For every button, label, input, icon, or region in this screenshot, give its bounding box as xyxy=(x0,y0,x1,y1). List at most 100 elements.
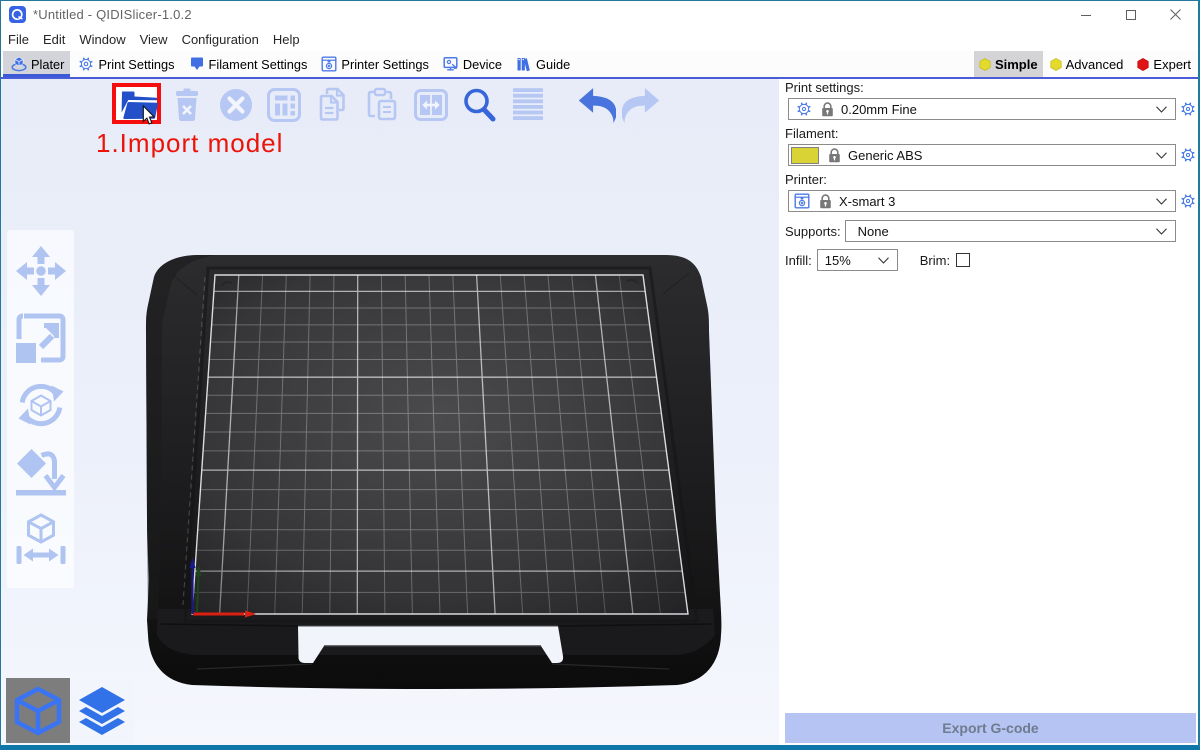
split-objects-button[interactable] xyxy=(412,86,450,124)
menu-help[interactable]: Help xyxy=(266,30,307,49)
printer-icon xyxy=(794,193,810,209)
size-button[interactable] xyxy=(15,513,67,565)
scale-icon xyxy=(15,351,67,368)
menu-edit[interactable]: Edit xyxy=(36,30,72,49)
delete-all-icon xyxy=(217,111,255,128)
lock-icon xyxy=(819,194,832,209)
delete-button[interactable] xyxy=(168,86,206,124)
move-button[interactable] xyxy=(15,245,67,297)
mode-label: Expert xyxy=(1153,57,1191,72)
copy-icon xyxy=(314,111,352,128)
print-settings-label: Print settings: xyxy=(785,80,1198,95)
lock-icon xyxy=(828,148,841,163)
size-icon xyxy=(15,552,67,569)
tab-plater[interactable]: Plater xyxy=(3,51,70,77)
device-monitor-icon xyxy=(443,56,459,72)
copy-button[interactable] xyxy=(314,86,352,124)
settings-sidebar: Print settings: 0.20mm Fine xyxy=(779,79,1198,745)
print-bed xyxy=(1,79,779,745)
filament-color-swatch xyxy=(791,147,819,164)
menu-configuration[interactable]: Configuration xyxy=(175,30,266,49)
infill-label: Infill: xyxy=(785,253,812,268)
undo-icon xyxy=(578,111,616,128)
filament-combo[interactable]: Generic ABS xyxy=(788,144,1176,166)
paste-icon xyxy=(363,111,401,128)
tab-guide[interactable]: Guide xyxy=(508,51,576,77)
preview-button[interactable] xyxy=(70,678,134,743)
3d-viewport[interactable]: 1.Import model xyxy=(1,79,779,745)
tab-device[interactable]: Device xyxy=(435,51,508,77)
maximize-icon xyxy=(1125,9,1137,21)
mode-expert[interactable]: Expert xyxy=(1130,51,1198,77)
filament-gear-button[interactable] xyxy=(1180,147,1196,163)
qidi-logo-icon xyxy=(9,6,26,23)
print-settings-gear-icon xyxy=(78,56,94,72)
view-mode-buttons xyxy=(6,678,134,743)
printer-gear-button[interactable] xyxy=(1180,193,1196,209)
print-settings-value: 0.20mm Fine xyxy=(841,102,917,117)
printer-combo[interactable]: X-smart 3 xyxy=(788,190,1176,212)
close-button[interactable] xyxy=(1153,1,1198,28)
scale-button[interactable] xyxy=(15,312,67,364)
export-gcode-button[interactable]: Export G-code xyxy=(785,713,1196,743)
menu-window[interactable]: Window xyxy=(72,30,132,49)
paste-button[interactable] xyxy=(363,86,401,124)
minimize-icon xyxy=(1080,9,1092,21)
plater-icon xyxy=(11,56,27,72)
menu-file[interactable]: File xyxy=(1,30,36,49)
tab-label: Plater xyxy=(31,57,64,72)
supports-value: None xyxy=(858,224,889,239)
window-controls xyxy=(1063,1,1198,28)
tab-label: Filament Settings xyxy=(209,57,308,72)
window-title: *Untitled - QIDISlicer-1.0.2 xyxy=(33,7,192,22)
menu-bar: File Edit Window View Configuration Help xyxy=(1,28,1198,51)
printer-label: Printer: xyxy=(785,172,1198,187)
minimize-button[interactable] xyxy=(1063,1,1108,28)
delete-icon xyxy=(168,111,206,128)
chevron-down-icon xyxy=(1156,152,1167,159)
hexagon-icon xyxy=(1137,58,1149,71)
layers-list-button[interactable] xyxy=(509,86,547,124)
editor-view-button[interactable] xyxy=(6,678,70,743)
preview-layers-icon xyxy=(76,685,128,737)
rotate-button[interactable] xyxy=(15,379,67,431)
mode-label: Advanced xyxy=(1066,57,1124,72)
hexagon-icon xyxy=(979,58,991,71)
infill-combo[interactable]: 15% xyxy=(817,249,898,271)
print-settings-gear-button[interactable] xyxy=(1180,101,1196,117)
mouse-cursor-icon xyxy=(140,105,155,127)
move-icon xyxy=(15,284,67,301)
brim-label: Brim: xyxy=(920,253,950,268)
brim-checkbox[interactable] xyxy=(956,253,970,267)
search-button[interactable] xyxy=(460,86,498,124)
delete-all-button[interactable] xyxy=(217,86,255,124)
printer-icon xyxy=(321,56,337,72)
chevron-down-icon xyxy=(1156,106,1167,113)
redo-icon xyxy=(622,111,660,128)
arrange-button[interactable] xyxy=(265,86,303,124)
print-settings-combo[interactable]: 0.20mm Fine xyxy=(788,98,1176,120)
maximize-button[interactable] xyxy=(1108,1,1153,28)
tab-printer-settings[interactable]: Printer Settings xyxy=(313,51,435,77)
tab-label: Device xyxy=(463,57,502,72)
tab-filament-settings[interactable]: Filament Settings xyxy=(181,51,314,77)
title-bar: *Untitled - QIDISlicer-1.0.2 xyxy=(1,1,1198,28)
search-icon xyxy=(460,111,498,128)
gear-icon xyxy=(796,101,812,117)
supports-combo[interactable]: None xyxy=(845,220,1176,242)
3d-editor-view-icon xyxy=(13,686,63,736)
app-window: *Untitled - QIDISlicer-1.0.2 File Edit W… xyxy=(0,0,1200,750)
place-on-face-button[interactable] xyxy=(15,446,67,498)
infill-value: 15% xyxy=(825,253,851,268)
chevron-down-icon xyxy=(1156,198,1167,205)
annotation-text: 1.Import model xyxy=(96,128,283,159)
redo-button[interactable] xyxy=(622,86,660,124)
mode-simple[interactable]: Simple xyxy=(974,51,1043,77)
mode-advanced[interactable]: Advanced xyxy=(1043,51,1131,77)
hexagon-icon xyxy=(1050,58,1062,71)
undo-button[interactable] xyxy=(578,86,616,124)
menu-view[interactable]: View xyxy=(133,30,175,49)
tab-label: Printer Settings xyxy=(341,57,429,72)
filament-icon xyxy=(189,56,205,72)
tab-print-settings[interactable]: Print Settings xyxy=(70,51,180,77)
